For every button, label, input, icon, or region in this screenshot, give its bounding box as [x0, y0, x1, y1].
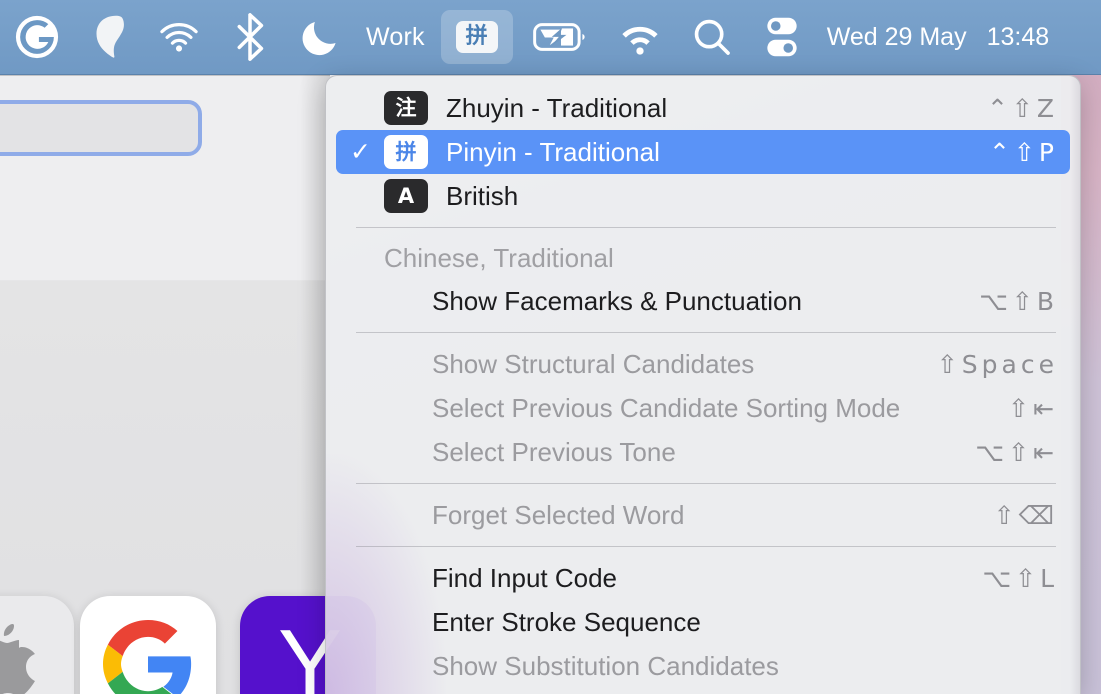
- british-badge-icon: A: [384, 179, 428, 213]
- checkmark-icon: ✓: [350, 137, 371, 166]
- menu-item-shortcut: ⌃⇧P: [989, 137, 1058, 167]
- menu-separator: [356, 227, 1056, 228]
- zhuyin-badge-icon: 注: [384, 91, 428, 125]
- battery-charging-icon[interactable]: [519, 9, 603, 65]
- menu-item-label: Enter Stroke Sequence: [432, 606, 701, 637]
- menu-item-label: Pinyin - Traditional: [446, 136, 660, 167]
- menu-separator: [356, 546, 1056, 547]
- do-not-disturb-moon-icon[interactable]: [284, 9, 356, 65]
- menu-item-shortcut: ⇧Space: [936, 349, 1058, 379]
- menu-item-label: Show Facemarks & Punctuation: [432, 285, 802, 316]
- menu-item-zhuyin-traditional[interactable]: 注 Zhuyin - Traditional ⌃⇧Z: [336, 86, 1070, 130]
- menu-item-shortcut: ⌥⇧B: [979, 286, 1058, 316]
- menubar-time: 13:48: [986, 22, 1050, 51]
- menu-item-shortcut: ⇧⌫: [993, 500, 1058, 530]
- input-method-menubar-button[interactable]: 拼: [440, 10, 513, 64]
- menu-item-shortcut: ⇧⇤: [1008, 393, 1058, 423]
- menu-item-british[interactable]: A British: [336, 174, 1070, 218]
- menu-item-label: Show Structural Candidates: [432, 348, 755, 379]
- menu-item-shortcut: ⌥⇧⇤: [975, 437, 1058, 467]
- apple-icon[interactable]: [0, 596, 74, 694]
- input-method-menu: 注 Zhuyin - Traditional ⌃⇧Z ✓ 拼 Pinyin - …: [325, 75, 1081, 694]
- menu-section-header: Chinese, Traditional: [384, 242, 614, 273]
- menu-item-shortcut: ⌃⇧Z: [986, 93, 1058, 123]
- control-center-icon[interactable]: [747, 9, 817, 65]
- menu-item-label: Show Substitution Candidates: [432, 650, 779, 681]
- clock[interactable]: Wed 29 May 13:48: [817, 23, 1053, 52]
- pinyin-badge-icon: 拼: [384, 135, 428, 169]
- google-icon[interactable]: [80, 596, 216, 694]
- menu-bar: Work 拼 Wed 29 May 13:48: [0, 0, 1101, 75]
- menu-separator: [356, 332, 1056, 333]
- menu-item-enter-stroke-sequence[interactable]: Enter Stroke Sequence: [336, 600, 1070, 644]
- menu-item-select-previous-candidate-sorting-mode: Select Previous Candidate Sorting Mode ⇧…: [336, 386, 1070, 430]
- menu-item-pinyin-traditional[interactable]: ✓ 拼 Pinyin - Traditional ⌃⇧P: [336, 130, 1070, 174]
- menu-item-find-input-code[interactable]: Find Input Code ⌥⇧L: [336, 556, 1070, 600]
- airplay-icon[interactable]: [142, 9, 216, 65]
- focus-mode-label[interactable]: Work: [356, 23, 435, 52]
- menu-separator: [356, 483, 1056, 484]
- surfshark-vpn-icon[interactable]: [74, 9, 142, 65]
- menu-item-label: Select Previous Candidate Sorting Mode: [432, 392, 901, 423]
- menu-item-show-substitution-candidates: Show Substitution Candidates: [336, 644, 1070, 688]
- menu-item-forget-selected-word: Forget Selected Word ⇧⌫: [336, 493, 1070, 537]
- menu-item-shortcut: ⌥⇧L: [982, 563, 1058, 593]
- menu-item-label: British: [446, 180, 519, 211]
- pinyin-chip: 拼: [455, 21, 498, 53]
- spotlight-search-icon[interactable]: [677, 9, 747, 65]
- grammarly-icon[interactable]: [0, 9, 74, 65]
- menu-item-label: Select Previous Tone: [432, 436, 676, 467]
- bluetooth-icon[interactable]: [216, 9, 284, 65]
- menu-item-label: Find Input Code: [432, 562, 618, 593]
- menu-item-label: Zhuyin - Traditional: [446, 92, 668, 123]
- menu-item-select-previous-tone: Select Previous Tone ⌥⇧⇤: [336, 430, 1070, 474]
- menubar-date: Wed 29 May: [826, 22, 967, 51]
- wifi-icon[interactable]: [603, 9, 677, 65]
- menu-item-show-facemarks-punctuation[interactable]: Show Facemarks & Punctuation ⌥⇧B: [336, 279, 1070, 323]
- search-input[interactable]: [0, 100, 202, 156]
- menu-item-label: Forget Selected Word: [432, 499, 685, 530]
- menu-item-show-structural-candidates: Show Structural Candidates ⇧Space: [336, 342, 1070, 386]
